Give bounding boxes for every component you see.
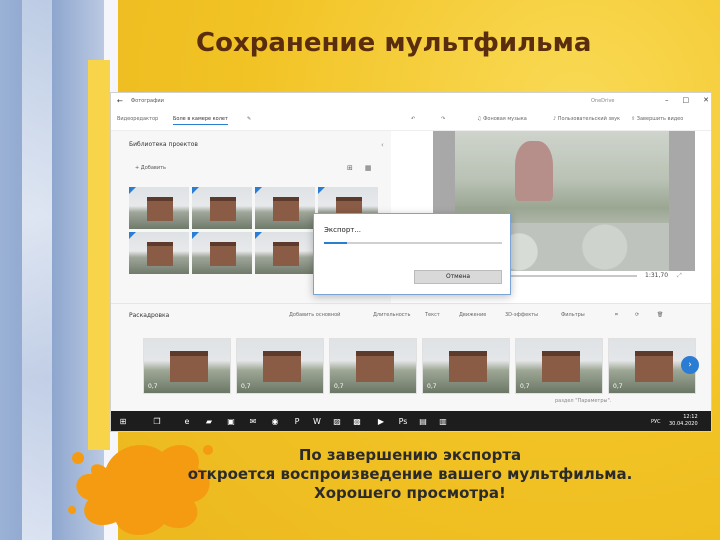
windows-start-icon[interactable]: ⊞ [117,416,129,428]
mail-icon[interactable]: ✉ [247,416,259,428]
store-icon[interactable]: ▣ [225,416,237,428]
storyboard-clip[interactable]: 0,7 [143,338,231,394]
add-media-button[interactable]: + Добавить [135,165,166,171]
export-progress-bar [324,242,502,244]
clip-duration: 0,7 [148,383,158,390]
tool-text[interactable]: Текст [425,312,440,318]
redo-icon[interactable]: ↷ [441,116,445,122]
maximize-icon[interactable]: □ [683,96,690,104]
editor-toolbar: Видеоредактор Боле в камере колет ✎ ↶ ↷ … [111,109,711,131]
task-view-icon[interactable]: ❐ [151,416,163,428]
slide-title: Сохранение мультфильма [196,28,592,58]
input-language[interactable]: РУС [651,419,661,425]
app-name: Фотографии [130,98,164,104]
playback-time: 1:31,70 [645,272,669,279]
settings-hint: раздел "Параметры". [555,398,612,404]
media-icon[interactable]: ▶ [375,416,387,428]
tool-duration[interactable]: Длительность [373,312,410,318]
finish-video-button[interactable]: ⇪ Завершить видео [631,116,683,122]
chrome-icon[interactable]: ◉ [269,416,281,428]
preview-letterbox-right [669,131,695,271]
photoshop-icon[interactable]: Ps [397,416,409,428]
storyboard-clip[interactable]: 0,7 [236,338,324,394]
word-icon[interactable]: W [311,416,323,428]
cancel-button[interactable]: Отмена [414,270,502,284]
photos-icon[interactable]: ▨ [331,416,343,428]
tool-add-title-card[interactable]: Добавить основной [289,312,340,318]
taskbar-clock[interactable]: 12:12 30.04.2020 [669,414,698,428]
rename-pencil-icon[interactable]: ✎ [247,116,251,122]
storyboard-clip[interactable]: 0,7 [515,338,603,394]
title-bar: ← Фотографии OneDrive – □ ✕ [111,93,711,109]
window-controls: – □ ✕ [665,96,709,104]
clip-duration: 0,7 [334,383,344,390]
grid-large-icon[interactable]: ⊞ [347,164,353,172]
viewer-icon[interactable]: ▥ [437,416,449,428]
tool-filters[interactable]: Фильтры [561,312,585,318]
storyboard-title: Раскадровка [129,312,170,319]
clock-time: 12:12 [683,414,698,420]
photos-app-window: ← Фотографии OneDrive – □ ✕ Видеоредакто… [110,92,712,432]
storyboard-strip: 0,7 0,7 0,7 0,7 0,7 0,7 [143,338,696,394]
finish-video-label: Завершить видео [636,116,684,122]
library-title: Библиотека проектов [129,141,198,148]
playback-seek-bar[interactable] [511,275,637,277]
storyboard-clip[interactable]: 0,7 [329,338,417,394]
yellow-stripe [88,60,110,450]
storyboard-panel: Раскадровка Добавить основной Длительнос… [111,303,711,411]
app-icon[interactable]: ▩ [351,416,363,428]
background-music-button[interactable]: ♫ Фоновая музыка [477,116,527,122]
library-thumbnail[interactable] [255,187,315,229]
clock-date: 30.04.2020 [669,421,698,427]
clip-duration: 0,7 [427,383,437,390]
background-music-label: Фоновая музыка [483,116,527,122]
folder-icon[interactable]: ▤ [417,416,429,428]
clip-duration: 0,7 [613,383,623,390]
tool-motion[interactable]: Движение [459,312,486,318]
library-thumbnail[interactable] [255,232,315,274]
storyboard-clip[interactable]: 0,7 [422,338,510,394]
tool-3d-effects[interactable]: 3D-эффекты [505,312,538,318]
caption-line: Хорошего просмотра! [314,484,506,502]
custom-audio-button[interactable]: ♪ Пользовательский звук [553,116,620,122]
library-thumbnail[interactable] [192,232,252,274]
custom-audio-label: Пользовательский звук [557,116,621,122]
project-name[interactable]: Боле в камере колет [173,116,228,125]
rotate-icon[interactable]: ⟳ [635,312,639,318]
clip-duration: 0,7 [241,383,251,390]
library-thumbnail[interactable] [192,187,252,229]
fullscreen-icon[interactable]: ⤢ [677,272,682,280]
caption-line: По завершению экспорта [298,446,522,464]
slide-caption: По завершению экспорта откроется воспрои… [130,446,690,503]
breadcrumb-video-editor[interactable]: Видеоредактор [117,116,158,122]
minimize-icon[interactable]: – [665,96,669,104]
crop-icon[interactable]: ⌗ [615,312,618,318]
scroll-right-arrow-icon[interactable]: › [681,356,699,374]
powerpoint-icon[interactable]: P [291,416,303,428]
grid-small-icon[interactable]: ▦ [365,164,372,172]
file-explorer-icon[interactable]: ▰ [203,416,215,428]
onedrive-label[interactable]: OneDrive [591,98,615,104]
delete-icon[interactable]: 🗑 [657,312,663,318]
view-toggle: ⊞ ▦ [347,164,372,172]
undo-icon[interactable]: ↶ [411,116,415,122]
export-dialog: Экспорт... Отмена [313,213,511,295]
export-dialog-title: Экспорт... [324,226,362,234]
caption-line: откроется воспроизведение вашего мультфи… [187,465,633,483]
export-progress-fill [324,242,348,244]
back-arrow-icon[interactable]: ← [117,97,123,105]
close-icon[interactable]: ✕ [703,96,709,104]
edge-browser-icon[interactable]: e [181,416,193,428]
library-thumbnail[interactable] [129,232,189,274]
clip-duration: 0,7 [520,383,530,390]
library-thumbnail[interactable] [129,187,189,229]
collapse-chevron-icon[interactable]: ‹ [381,141,384,149]
add-media-label: Добавить [140,165,166,171]
